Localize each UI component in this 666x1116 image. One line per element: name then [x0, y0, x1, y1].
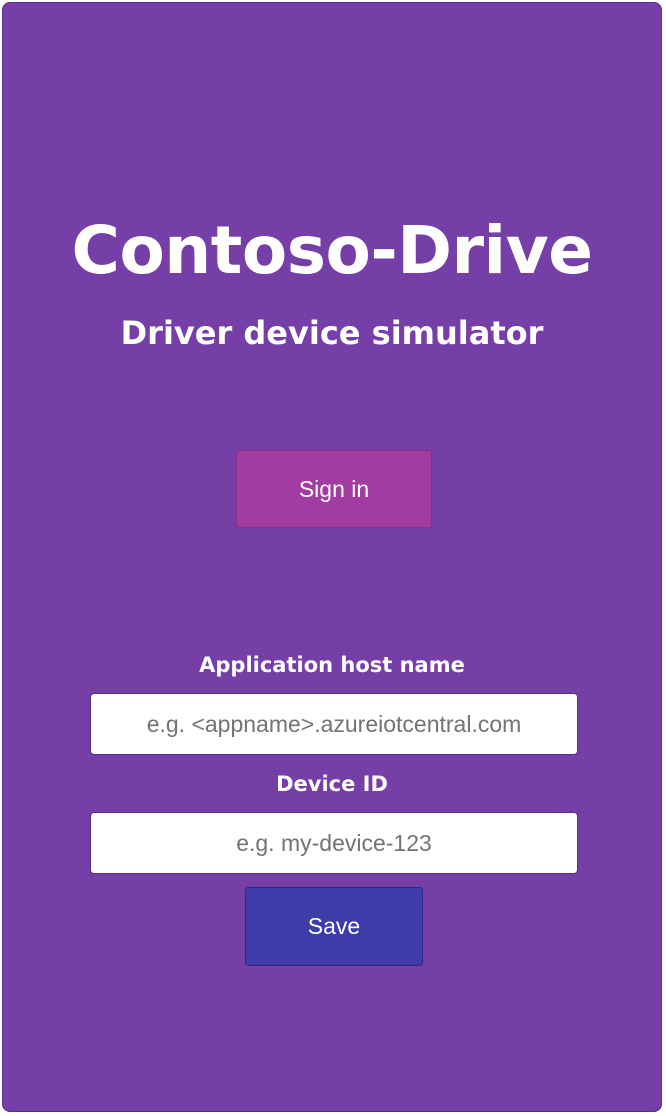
app-title: Contoso-Drive	[71, 212, 593, 289]
save-button[interactable]: Save	[245, 887, 423, 966]
app-subtitle: Driver device simulator	[120, 314, 544, 352]
sign-in-button[interactable]: Sign in	[236, 450, 432, 528]
device-id-input[interactable]	[90, 812, 578, 874]
host-name-input[interactable]	[90, 693, 578, 755]
device-id-label: Device ID	[276, 772, 388, 796]
host-name-label: Application host name	[199, 653, 465, 677]
app-container: Contoso-Drive Driver device simulator Si…	[2, 2, 662, 1112]
